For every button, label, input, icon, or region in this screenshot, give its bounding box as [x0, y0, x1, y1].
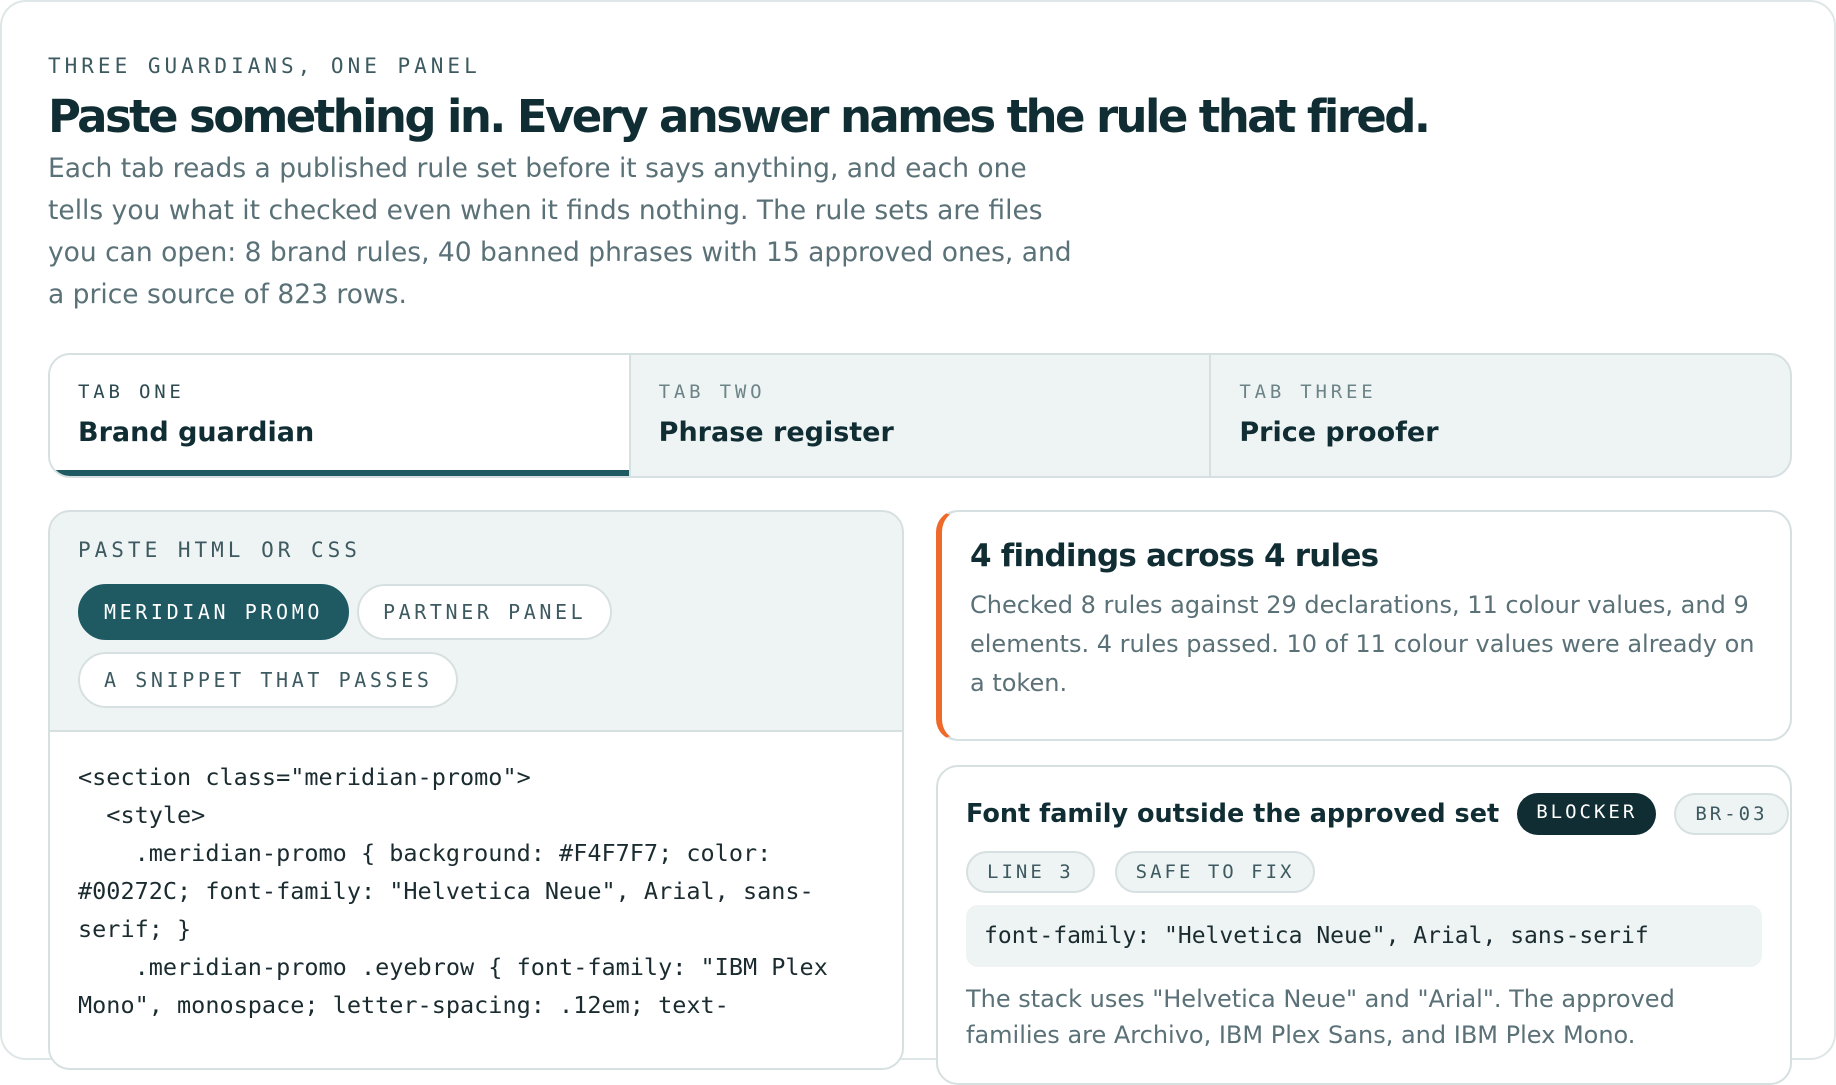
code-line: .meridian-promo .eyebrow { font-family: …: [78, 953, 843, 1019]
chip-partner-panel[interactable]: PARTNER PANEL: [356, 584, 613, 640]
app-frame: THREE GUARDIANS, ONE PANEL Paste somethi…: [0, 0, 1836, 1085]
code-line: .meridian-promo { background: #F4F7F7; c…: [78, 839, 814, 943]
tab-brand-guardian[interactable]: TAB ONE Brand guardian: [50, 355, 631, 476]
finding-body: The stack uses "Helvetica Neue" and "Ari…: [966, 985, 1675, 1049]
tab-bar: TAB ONE Brand guardian TAB TWO Phrase re…: [48, 353, 1792, 478]
rule-id-badge: BR-03: [1674, 793, 1789, 835]
finding-snippet: font-family: "Helvetica Neue", Arial, sa…: [966, 905, 1762, 967]
code-line: <section class="meridian-promo">: [78, 763, 531, 791]
summary-card: 4 findings across 4 rules Checked 8 rule…: [936, 510, 1792, 741]
tab-kicker: TAB ONE: [78, 381, 185, 403]
summary-body: Checked 8 rules against 29 declarations,…: [970, 591, 1755, 697]
input-label: PASTE HTML OR CSS: [78, 538, 361, 562]
code-line: <style>: [78, 801, 206, 829]
page-title: Paste something in. Every answer names t…: [48, 90, 1431, 143]
page-description: Each tab reads a published rule set befo…: [48, 153, 1072, 310]
severity-badge: BLOCKER: [1517, 793, 1657, 835]
summary-title: 4 findings across 4 rules: [970, 538, 1379, 574]
finding-header: Font family outside the approved set BLO…: [966, 791, 1789, 837]
fix-badge: SAFE TO FIX: [1114, 851, 1316, 893]
chip-passing-snippet[interactable]: A SNIPPET THAT PASSES: [78, 652, 459, 708]
tab-phrase-register[interactable]: TAB TWO Phrase register: [631, 355, 1212, 476]
tab-kicker: TAB THREE: [1239, 381, 1377, 403]
finding-card: Font family outside the approved set BLO…: [936, 765, 1792, 1085]
finding-title: Font family outside the approved set: [966, 799, 1500, 829]
chip-meridian-promo[interactable]: MERIDIAN PROMO: [78, 584, 349, 640]
tab-price-proofer[interactable]: TAB THREE Price proofer: [1211, 355, 1790, 476]
tab-title: Phrase register: [658, 417, 894, 448]
page-eyebrow: THREE GUARDIANS, ONE PANEL: [48, 54, 481, 78]
line-badge: LINE 3: [966, 851, 1095, 893]
input-panel: PASTE HTML OR CSS MERIDIAN PROMO PARTNER …: [48, 510, 904, 1070]
code-input[interactable]: <section class="meridian-promo"> <style>…: [50, 730, 902, 1068]
sample-chips: MERIDIAN PROMO PARTNER PANEL A SNIPPET TH…: [78, 584, 878, 720]
tab-title: Brand guardian: [78, 417, 315, 448]
finding-tags: LINE 3 SAFE TO FIX: [966, 851, 1762, 893]
tab-title: Price proofer: [1239, 417, 1439, 448]
tab-kicker: TAB TWO: [658, 381, 766, 403]
